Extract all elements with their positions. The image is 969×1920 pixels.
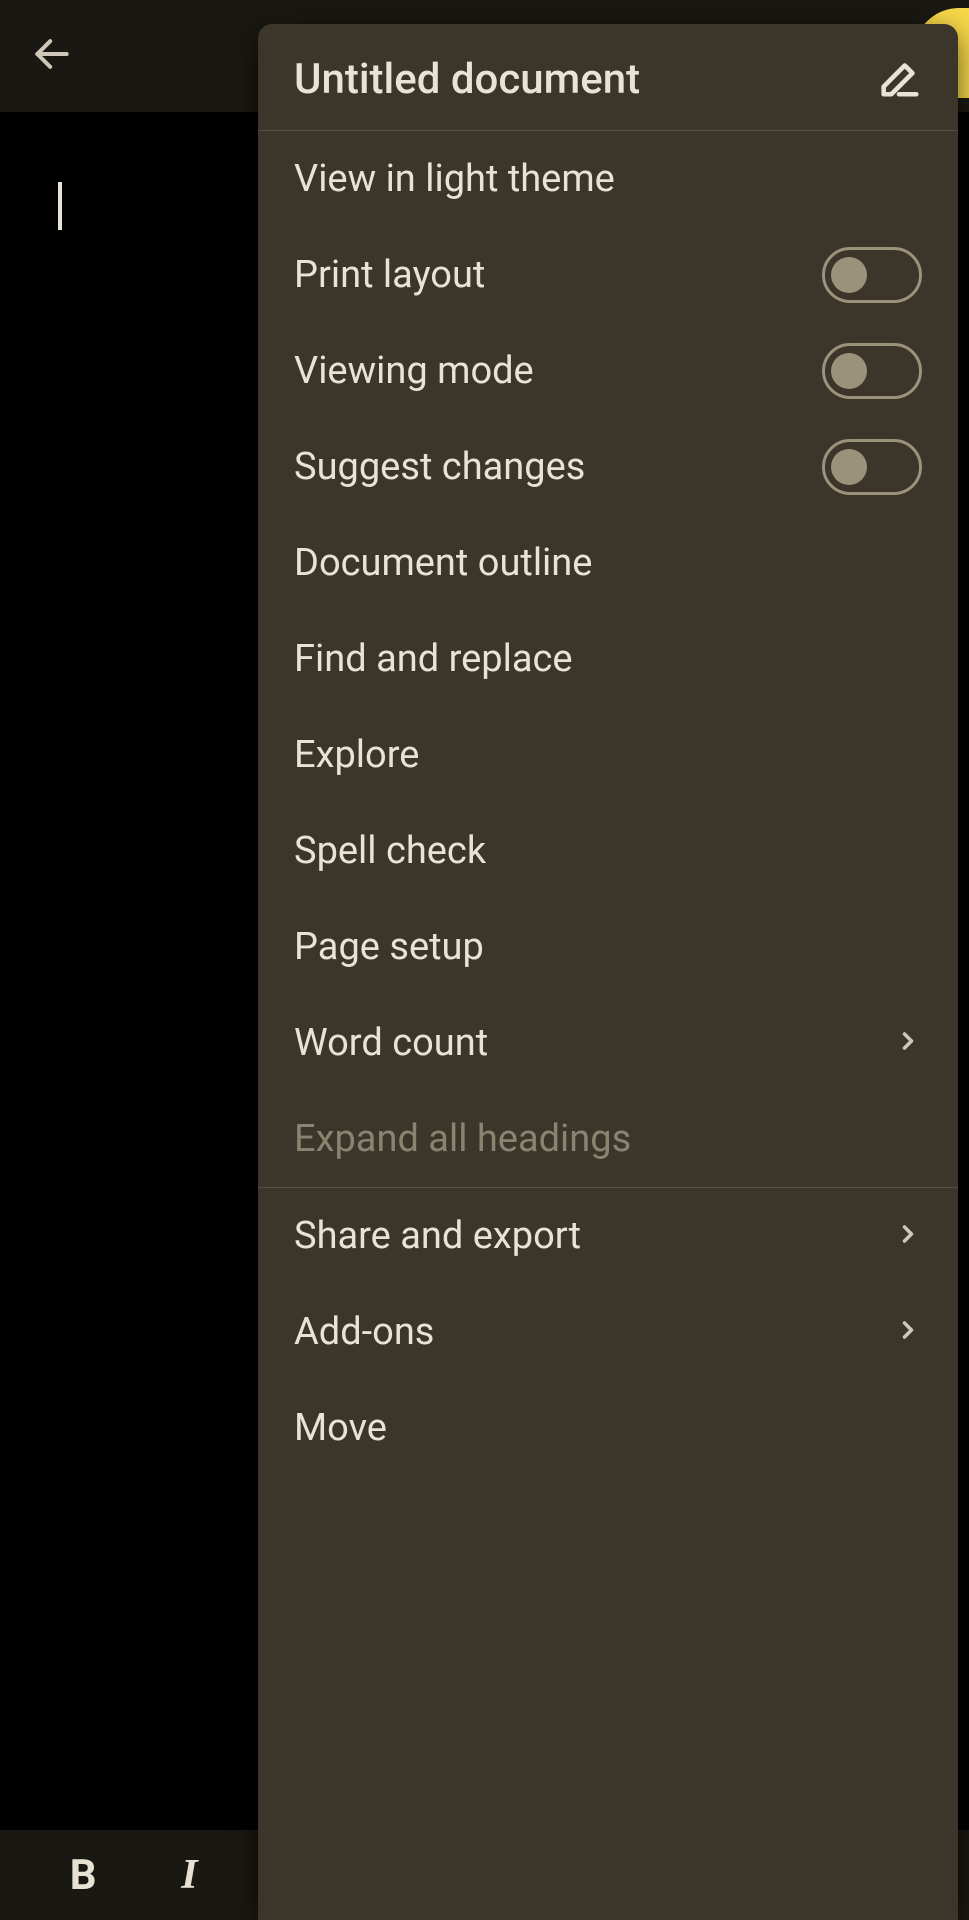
menu-item-share-export[interactable]: Share and export xyxy=(258,1188,958,1284)
chevron-right-icon xyxy=(894,1310,922,1354)
menu-item-label: Add-ons xyxy=(294,1310,434,1354)
menu-item-label: Page setup xyxy=(294,925,484,969)
chevron-right-icon xyxy=(894,1021,922,1065)
menu-item-label: Suggest changes xyxy=(294,445,585,489)
menu-item-label: Print layout xyxy=(294,253,485,297)
rename-icon[interactable] xyxy=(876,54,922,104)
print-layout-toggle[interactable] xyxy=(822,247,922,303)
menu-item-explore[interactable]: Explore xyxy=(258,707,958,803)
chevron-right-icon xyxy=(894,1214,922,1258)
suggest-changes-toggle[interactable] xyxy=(822,439,922,495)
menu-item-label: Explore xyxy=(294,733,419,777)
italic-button[interactable]: I xyxy=(159,1845,219,1905)
menu-item-label: Document outline xyxy=(294,541,592,585)
menu-item-suggest-changes[interactable]: Suggest changes xyxy=(258,419,958,515)
bold-button[interactable]: B xyxy=(53,1845,113,1905)
menu-item-word-count[interactable]: Word count xyxy=(258,995,958,1091)
menu-item-add-ons[interactable]: Add-ons xyxy=(258,1284,958,1380)
menu-item-move[interactable]: Move xyxy=(258,1380,958,1476)
menu-item-label: Find and replace xyxy=(294,637,573,681)
menu-item-expand-headings: Expand all headings xyxy=(258,1091,958,1187)
menu-item-label: Viewing mode xyxy=(294,349,534,393)
menu-item-label: Move xyxy=(294,1406,387,1450)
menu-item-find-replace[interactable]: Find and replace xyxy=(258,611,958,707)
menu-item-label: Spell check xyxy=(294,829,486,873)
menu-item-label: Expand all headings xyxy=(294,1117,631,1161)
menu-item-viewing-mode[interactable]: Viewing mode xyxy=(258,323,958,419)
menu-item-label: Word count xyxy=(294,1021,488,1065)
menu-item-page-setup[interactable]: Page setup xyxy=(258,899,958,995)
menu-item-print-layout[interactable]: Print layout xyxy=(258,227,958,323)
menu-item-view-light[interactable]: View in light theme xyxy=(258,131,958,227)
menu-header: Untitled document xyxy=(258,24,958,131)
menu-item-document-outline[interactable]: Document outline xyxy=(258,515,958,611)
overflow-menu: Untitled document View in light theme Pr… xyxy=(258,24,958,1920)
menu-list: View in light theme Print layout Viewing… xyxy=(258,131,958,1920)
menu-item-label: Share and export xyxy=(294,1214,581,1258)
viewing-mode-toggle[interactable] xyxy=(822,343,922,399)
back-arrow-icon[interactable] xyxy=(30,32,74,80)
text-cursor xyxy=(58,182,62,230)
document-title: Untitled document xyxy=(294,55,640,104)
menu-item-label: View in light theme xyxy=(294,157,615,201)
menu-item-spell-check[interactable]: Spell check xyxy=(258,803,958,899)
